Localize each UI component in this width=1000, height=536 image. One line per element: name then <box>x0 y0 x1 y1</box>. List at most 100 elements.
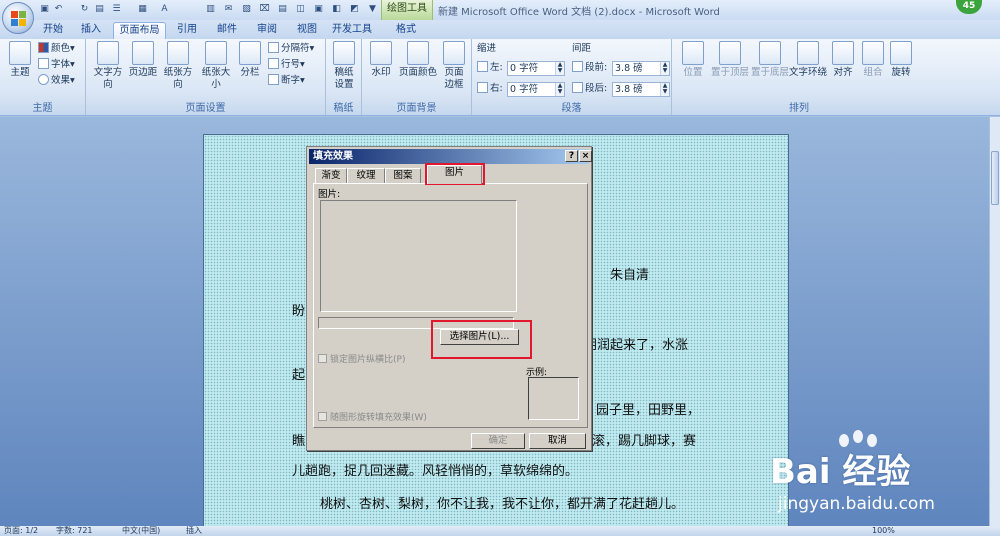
undo-icon[interactable]: ↶ <box>52 3 65 16</box>
watermark-button[interactable]: 水印 <box>366 41 396 79</box>
tab-texture[interactable]: 纹理 <box>347 168 385 183</box>
spin-arrows-icon[interactable]: ▲ ▼ <box>660 83 669 96</box>
spacing-after-input[interactable]: 3.8 磅 ▲ ▼ <box>612 82 670 97</box>
print-preview-icon[interactable]: ▤ <box>93 3 106 16</box>
line-numbers-label: 行号 <box>281 59 301 70</box>
tab-gradient[interactable]: 渐变 <box>315 168 347 183</box>
breaks-icon <box>268 42 279 53</box>
quick-access-icon[interactable]: ▥ <box>204 3 217 16</box>
text-wrapping-icon <box>797 41 819 65</box>
breaks-button[interactable]: 分隔符▾ <box>268 42 314 56</box>
quick-access-icon[interactable]: ✉ <box>222 3 235 16</box>
hyphenation-button[interactable]: 断字▾ <box>268 74 305 88</box>
watermark-label: 水印 <box>371 67 391 78</box>
tab-panel-picture: 图片: 选择图片(L)... 锁定图片纵横比(P) 示例: 随图形旋转填充效果(… <box>313 183 588 428</box>
bring-to-front-label: 置于顶层 <box>710 67 749 78</box>
tab-mailings[interactable]: 邮件 <box>212 22 242 39</box>
quick-access-icon[interactable]: ⌧ <box>258 3 271 16</box>
tab-page-layout[interactable]: 页面布局 <box>113 22 166 39</box>
spin-arrows-icon[interactable]: ▲ ▼ <box>660 62 669 75</box>
theme-colors-button[interactable]: 颜色▾ <box>38 42 75 56</box>
tab-insert[interactable]: 插入 <box>76 22 106 39</box>
position-label: 位置 <box>683 67 703 78</box>
format-icon[interactable]: A <box>158 3 171 16</box>
columns-button[interactable]: 分栏 <box>236 41 264 79</box>
redo-icon[interactable]: ↻ <box>78 3 91 16</box>
orientation-button[interactable]: 纸张方向 <box>160 41 196 91</box>
effects-icon <box>38 74 49 85</box>
word-count[interactable]: 字数: 721 <box>56 526 93 536</box>
rotate-with-shape-checkbox[interactable]: 随图形旋转填充效果(W) <box>318 410 427 423</box>
theme-fonts-button[interactable]: 字体▾ <box>38 58 75 72</box>
watermark-brand: Bai 经验 <box>770 452 911 492</box>
spin-arrows-icon[interactable]: ▲ ▼ <box>555 62 564 75</box>
line-numbers-button[interactable]: 行号▾ <box>268 58 305 72</box>
tab-home[interactable]: 开始 <box>38 22 68 39</box>
indent-left-icon <box>477 61 488 72</box>
page-color-button[interactable]: 页面颜色 <box>398 41 438 79</box>
quick-access-icon[interactable]: ◧ <box>330 3 343 16</box>
indent-left-label: 左: <box>477 61 503 75</box>
tab-view[interactable]: 视图 <box>292 22 322 39</box>
cancel-button[interactable]: 取消 <box>529 433 586 449</box>
tab-references[interactable]: 引用 <box>172 22 202 39</box>
language-status[interactable]: 中文(中国) <box>122 526 160 536</box>
scrollbar-thumb[interactable] <box>991 151 999 205</box>
office-button[interactable] <box>2 2 34 34</box>
themes-button[interactable]: 主题 <box>6 41 34 79</box>
page-count[interactable]: 页面: 1/2 <box>4 526 38 536</box>
tab-review[interactable]: 审阅 <box>252 22 282 39</box>
tab-format[interactable]: 格式 <box>391 22 421 39</box>
lock-aspect-checkbox[interactable]: 锁定图片纵横比(P) <box>318 352 405 365</box>
size-button[interactable]: 纸张大小 <box>198 41 234 91</box>
quick-access-icon[interactable]: ◩ <box>348 3 361 16</box>
watermark-icon <box>370 41 392 65</box>
draw-table-icon[interactable]: ▦ <box>136 3 149 16</box>
zoom-level[interactable]: 100% <box>872 526 895 536</box>
tab-pattern[interactable]: 图案 <box>385 168 421 183</box>
indent-right-input[interactable]: 0 字符 ▲ ▼ <box>507 82 565 97</box>
text-wrapping-button[interactable]: 文字环绕 <box>788 41 828 79</box>
spin-arrows-icon[interactable]: ▲ ▼ <box>555 83 564 96</box>
close-button[interactable]: × <box>579 150 592 162</box>
author-text: 朱自清 <box>610 268 650 283</box>
indent-left-input[interactable]: 0 字符 ▲ ▼ <box>507 61 565 76</box>
quick-access-icon[interactable]: ▧ <box>240 3 253 16</box>
page-borders-button[interactable]: 页面 边框 <box>440 41 468 91</box>
theme-effects-button[interactable]: 效果▾ <box>38 74 75 88</box>
ribbon: 主题 颜色▾ 字体▾ 效果▾ 主题 文字方向 页边距 纸张方向 纸张大小 分栏 … <box>0 39 1000 116</box>
rotate-button[interactable]: 旋转 <box>888 41 914 79</box>
document-line: 桃树、杏树、梨树，你不让我，我不让你，都开满了花赶趟儿。 <box>320 497 685 512</box>
fonts-label: 字体 <box>51 59 71 70</box>
ok-button[interactable]: 确定 <box>471 433 525 449</box>
spacing-before-input[interactable]: 3.8 磅 ▲ ▼ <box>612 61 670 76</box>
group-arrange: 位置 置于顶层 置于底层 文字环绕 对齐 组合 旋转 排列 <box>676 39 922 115</box>
margins-button[interactable]: 页边距 <box>128 41 158 79</box>
quick-access-icon[interactable]: ☰ <box>110 3 123 16</box>
insert-mode[interactable]: 插入 <box>186 526 202 536</box>
quick-access-icon[interactable]: ◫ <box>294 3 307 16</box>
margins-icon <box>132 41 154 65</box>
position-button[interactable]: 位置 <box>678 41 708 79</box>
page-color-label: 页面颜色 <box>398 67 437 78</box>
tab-picture[interactable]: 图片 <box>427 165 482 184</box>
save-icon[interactable]: ▣ <box>38 3 51 16</box>
group-label: 段落 <box>561 103 582 114</box>
group-button[interactable]: 组合 <box>858 41 888 79</box>
draft-settings-button[interactable]: 稿纸 设置 <box>329 41 359 91</box>
vertical-scrollbar[interactable] <box>989 117 1000 526</box>
group-objects-label: 组合 <box>863 67 883 78</box>
bring-to-front-button[interactable]: 置于顶层 <box>710 41 750 79</box>
help-button[interactable]: ? <box>565 150 578 162</box>
text-direction-button[interactable]: 文字方向 <box>90 41 126 91</box>
quick-access-icon[interactable]: ▤ <box>276 3 289 16</box>
notification-badge[interactable]: 45 <box>956 0 982 14</box>
quick-access-icon[interactable]: ▼ <box>366 3 379 16</box>
quick-access-icon[interactable]: ▣ <box>312 3 325 16</box>
size-label: 纸张大小 <box>201 67 231 90</box>
send-to-back-button[interactable]: 置于底层 <box>750 41 790 79</box>
align-label: 对齐 <box>833 67 853 78</box>
document-line: 滚，踢几脚球，赛 <box>592 434 697 449</box>
align-button[interactable]: 对齐 <box>828 41 858 79</box>
tab-developer[interactable]: 开发工具 <box>330 22 374 39</box>
